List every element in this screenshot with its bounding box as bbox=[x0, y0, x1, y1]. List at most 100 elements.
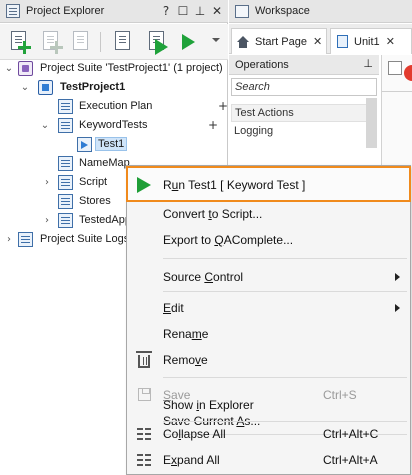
project-explorer-titlebar: Project Explorer ? ☐ ⊥ ✕ bbox=[0, 0, 228, 23]
add-file-icon[interactable] bbox=[68, 29, 94, 55]
menu-label: Source Control bbox=[163, 270, 244, 284]
workspace-tab-strip: Start Page ✕ Unit1 ✕ bbox=[229, 24, 412, 54]
run-icon[interactable] bbox=[144, 29, 170, 55]
workspace-icon bbox=[235, 4, 249, 18]
float-button[interactable]: ☐ bbox=[176, 3, 190, 19]
toolbar-separator bbox=[100, 32, 101, 52]
add-new-item-icon[interactable] bbox=[6, 29, 32, 55]
stores-icon bbox=[58, 194, 73, 209]
editor-tool-icon[interactable] bbox=[388, 61, 402, 75]
menu-label: Export to QAComplete... bbox=[163, 233, 294, 247]
tree-item-execution-plan[interactable]: Execution Plan + bbox=[0, 97, 228, 116]
app-logo-icon bbox=[404, 65, 412, 81]
suite-logs-icon bbox=[18, 232, 33, 247]
project-explorer-icon bbox=[6, 4, 20, 18]
expand-all-icon bbox=[137, 454, 151, 467]
pin-button[interactable]: ⊥ bbox=[193, 3, 207, 19]
project-explorer-title: Project Explorer bbox=[26, 5, 105, 17]
menu-item-expand-all[interactable]: Expand All Ctrl+Alt+A bbox=[127, 447, 410, 473]
operations-search-input[interactable]: Search bbox=[231, 78, 377, 96]
menu-label: Show in Explorer bbox=[163, 398, 254, 412]
menu-item-rename[interactable]: Rename bbox=[127, 321, 410, 347]
close-icon[interactable]: ✕ bbox=[386, 35, 395, 48]
properties-icon[interactable] bbox=[110, 29, 136, 55]
operations-header: Operations ⊥ bbox=[229, 55, 379, 75]
menu-shortcut: Ctrl+Alt+A bbox=[323, 453, 378, 467]
chevron-right-icon[interactable]: › bbox=[42, 215, 52, 226]
menu-item-show-in-explorer[interactable]: Show in Explorer bbox=[127, 392, 410, 418]
menu-label: Expand All bbox=[163, 453, 220, 467]
chevron-down-icon[interactable]: ⌄ bbox=[4, 63, 14, 74]
collapse-all-icon bbox=[137, 428, 151, 441]
menu-item-remove[interactable]: Remove bbox=[127, 347, 410, 373]
menu-item-edit[interactable]: Edit bbox=[127, 295, 410, 321]
menu-item-export-to-qacomplete[interactable]: Export to QAComplete... bbox=[127, 227, 410, 253]
run-suite-icon[interactable] bbox=[178, 29, 204, 55]
project-suite-icon bbox=[18, 61, 33, 76]
tab-label: Unit1 bbox=[354, 35, 380, 48]
close-panel-button[interactable]: ✕ bbox=[210, 3, 224, 19]
submenu-arrow-icon bbox=[395, 273, 400, 281]
menu-item-source-control[interactable]: Source Control bbox=[127, 264, 410, 290]
toolbar-dropdown-icon[interactable] bbox=[212, 38, 220, 42]
menu-separator bbox=[163, 258, 407, 259]
tree-label-tested-apps: TestedApp bbox=[79, 214, 131, 226]
menu-separator bbox=[163, 291, 407, 292]
tree-label-execution-plan: Execution Plan bbox=[79, 100, 153, 112]
namemapping-icon bbox=[58, 156, 73, 171]
tree-label-test1: Test1 bbox=[95, 137, 128, 151]
operations-scrollbar[interactable] bbox=[366, 98, 377, 148]
menu-shortcut: Ctrl+Alt+C bbox=[323, 427, 379, 441]
menu-item-collapse-all[interactable]: Collapse All Ctrl+Alt+C bbox=[127, 421, 410, 447]
menu-item-convert-to-script[interactable]: Convert to Script... bbox=[127, 201, 410, 227]
tab-unit1[interactable]: Unit1 ✕ bbox=[330, 28, 412, 54]
workspace-titlebar: Workspace bbox=[229, 0, 412, 23]
menu-label: Collapse All bbox=[163, 427, 226, 441]
submenu-arrow-icon bbox=[395, 304, 400, 312]
menu-label: Run Test1 [ Keyword Test ] bbox=[163, 178, 306, 192]
keyword-tests-icon bbox=[58, 118, 73, 133]
keyword-test-icon bbox=[77, 137, 92, 152]
menu-label: Convert to Script... bbox=[163, 207, 263, 221]
menu-separator bbox=[163, 377, 407, 378]
tree-label-script: Script bbox=[79, 176, 108, 188]
project-icon bbox=[38, 80, 53, 95]
pin-icon[interactable]: ⊥ bbox=[363, 57, 373, 70]
tree-label-namemapping: NameMap bbox=[79, 157, 130, 169]
menu-item-run-test1[interactable]: Run Test1 [ Keyword Test ] bbox=[126, 166, 411, 202]
tab-label: Start Page bbox=[255, 35, 307, 48]
menu-label: Remove bbox=[163, 353, 208, 367]
add-existing-item-icon[interactable] bbox=[38, 29, 64, 55]
tree-item-test1[interactable]: Test1 bbox=[0, 135, 228, 154]
tree-label-stores: Stores bbox=[79, 195, 111, 207]
tree-item-suite[interactable]: ⌄ Project Suite 'TestProject1' (1 projec… bbox=[0, 59, 228, 78]
chevron-right-icon[interactable]: › bbox=[42, 177, 52, 188]
unit-icon bbox=[337, 35, 348, 48]
tree-label-keyword-tests: KeywordTests bbox=[79, 119, 148, 131]
execution-plan-icon bbox=[58, 99, 73, 114]
chevron-down-icon[interactable]: ⌄ bbox=[20, 82, 30, 93]
tree-label-suite: Project Suite 'TestProject1' (1 project) bbox=[40, 62, 223, 74]
trash-icon bbox=[136, 351, 152, 368]
tree-item-keyword-tests[interactable]: ⌄ KeywordTests + bbox=[0, 116, 228, 135]
tree-label-suite-logs: Project Suite Logs bbox=[40, 233, 130, 245]
add-icon[interactable]: + bbox=[208, 118, 218, 132]
add-icon[interactable]: + bbox=[218, 99, 228, 113]
operations-title: Operations bbox=[235, 58, 289, 71]
script-icon bbox=[58, 175, 73, 190]
operations-item-logging[interactable]: Logging bbox=[231, 122, 377, 140]
run-icon bbox=[137, 177, 151, 193]
project-explorer-toolbar bbox=[0, 24, 228, 60]
tree-item-project[interactable]: ⌄ TestProject1 bbox=[0, 78, 228, 97]
divider bbox=[382, 91, 412, 92]
tree-label-project: TestProject1 bbox=[60, 81, 126, 93]
tab-start-page[interactable]: Start Page ✕ bbox=[231, 28, 327, 54]
menu-label: Rename bbox=[163, 327, 209, 341]
close-icon[interactable]: ✕ bbox=[313, 35, 322, 48]
operations-group-test-actions[interactable]: Test Actions bbox=[231, 104, 377, 122]
chevron-right-icon[interactable]: › bbox=[4, 234, 14, 245]
chevron-down-icon[interactable]: ⌄ bbox=[40, 120, 50, 131]
help-button[interactable]: ? bbox=[159, 3, 173, 19]
menu-label: Edit bbox=[163, 301, 184, 315]
tested-apps-icon bbox=[58, 213, 73, 228]
